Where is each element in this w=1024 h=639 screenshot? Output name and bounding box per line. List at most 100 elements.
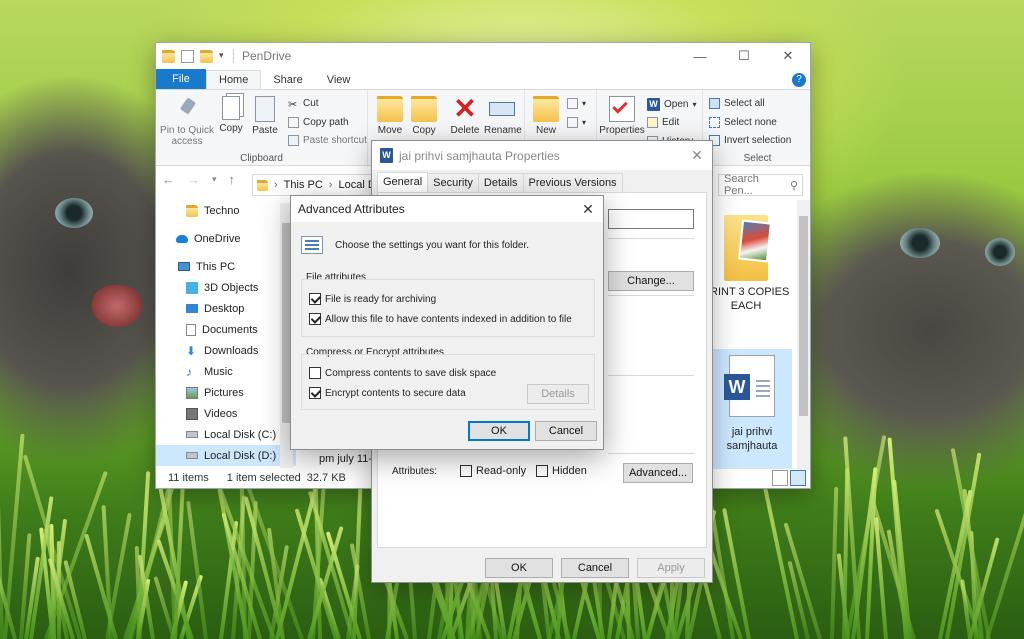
cloud-icon	[176, 234, 188, 243]
help-icon[interactable]: ?	[792, 73, 806, 87]
open-button[interactable]: W Open ▾	[647, 98, 696, 111]
divider	[608, 238, 694, 239]
apply-button[interactable]: Apply	[637, 558, 705, 578]
tab-general[interactable]: General	[377, 172, 429, 192]
close-icon[interactable]: ✕	[573, 201, 603, 218]
advanced-button[interactable]: Advanced...	[623, 463, 693, 483]
minimize-button[interactable]: —	[678, 43, 722, 69]
details-view-icon[interactable]	[772, 470, 788, 486]
cut-button[interactable]: ✂ Cut	[288, 98, 319, 111]
maximize-button[interactable]: ☐	[722, 43, 766, 69]
kitten-right-eye	[900, 228, 940, 258]
download-arrow-icon: ⬇	[186, 343, 197, 358]
recent-chevron-icon[interactable]: ▾	[212, 174, 217, 185]
tab-view[interactable]: View	[315, 71, 363, 89]
close-icon[interactable]: ✕	[682, 147, 712, 164]
nav-item-documents[interactable]: Documents	[156, 319, 296, 340]
checkbox[interactable]	[460, 465, 472, 477]
filename-field[interactable]	[608, 209, 694, 229]
nav-item-this-pc[interactable]: This PC	[156, 256, 296, 277]
nav-item-music[interactable]: ♪ Music	[156, 361, 296, 382]
scissors-icon: ✂	[288, 99, 298, 111]
file-jai-prihvi-samjhauta[interactable]: W jai prihvi samjhauta	[712, 349, 792, 469]
cube-icon	[186, 281, 198, 294]
chevron-down-icon[interactable]: ▾	[219, 50, 227, 63]
properties-button[interactable]: Properties	[599, 96, 645, 136]
nav-item-pictures[interactable]: Pictures	[156, 382, 296, 403]
ok-button[interactable]: OK	[468, 421, 530, 441]
copy-button[interactable]: Copy	[216, 96, 246, 134]
tab-file[interactable]: File	[156, 69, 206, 89]
nav-item-onedrive[interactable]: OneDrive	[156, 228, 296, 249]
tab-home[interactable]: Home	[206, 70, 262, 89]
scrollbar-thumb[interactable]	[799, 216, 808, 416]
new-folder-icon[interactable]	[200, 49, 213, 63]
word-icon: W	[380, 148, 393, 163]
copy-path-button[interactable]: Copy path	[288, 117, 349, 128]
new-item-button[interactable]: ▾	[567, 98, 586, 109]
hidden-checkbox[interactable]: Hidden	[536, 465, 587, 477]
file-print-copies[interactable]: PRINT 3 COPIES EACH	[701, 211, 791, 313]
nav-item-downloads[interactable]: ⬇ Downloads	[156, 340, 296, 361]
copy-to-button[interactable]: Copy	[408, 96, 440, 136]
pin-quick-access-button[interactable]: Pin to Quick access	[160, 96, 214, 147]
checkbox[interactable]	[309, 387, 321, 399]
readonly-checkbox[interactable]: Read-only	[460, 465, 526, 477]
up-arrow-icon[interactable]: ↑	[229, 172, 236, 187]
forward-arrow-icon[interactable]: →	[187, 172, 200, 187]
selection-size: 32.7 KB	[306, 472, 346, 484]
pictures-icon	[186, 386, 198, 399]
tab-details[interactable]: Details	[477, 173, 524, 192]
tab-share[interactable]: Share	[261, 71, 314, 89]
partial-file-label[interactable]: pm july 11-	[319, 452, 372, 466]
paste-button[interactable]: Paste	[250, 96, 280, 136]
checkbox[interactable]	[536, 465, 548, 477]
archive-checkbox[interactable]: File is ready for archiving	[309, 293, 436, 305]
grass-blade	[0, 505, 4, 639]
cancel-button[interactable]: Cancel	[561, 558, 629, 578]
copy-icon	[222, 96, 240, 120]
back-arrow-icon[interactable]: ←	[162, 172, 175, 187]
search-icon: ⚲	[789, 179, 798, 192]
rename-button[interactable]: Rename	[484, 96, 522, 136]
easy-access-button[interactable]: ▾	[567, 117, 586, 128]
pin-icon	[174, 96, 200, 122]
encrypt-checkbox[interactable]: Encrypt contents to secure data	[309, 387, 466, 399]
move-to-button[interactable]: Move	[374, 96, 406, 136]
breadcrumb-this-pc[interactable]: This PC	[284, 179, 323, 191]
quick-access-toolbar: ▾	[162, 49, 234, 63]
cancel-button[interactable]: Cancel	[535, 421, 597, 441]
edit-button[interactable]: Edit	[647, 117, 679, 128]
nav-item-techno[interactable]: Techno	[156, 200, 296, 221]
nav-item-local-disk-d[interactable]: Local Disk (D:)	[156, 445, 296, 466]
invert-selection-button[interactable]: Invert selection	[709, 135, 791, 146]
paste-shortcut-button[interactable]: Paste shortcut	[288, 135, 367, 146]
ok-button[interactable]: OK	[485, 558, 553, 578]
details-button[interactable]: Details	[527, 384, 589, 404]
nav-item-local-disk-c[interactable]: Local Disk (C:)	[156, 424, 296, 445]
nav-item-videos[interactable]: Videos	[156, 403, 296, 424]
content-scrollbar[interactable]	[797, 200, 810, 470]
properties-icon[interactable]	[181, 49, 194, 63]
index-checkbox[interactable]: Allow this file to have contents indexed…	[309, 313, 572, 325]
compress-checkbox[interactable]: Compress contents to save disk space	[309, 367, 496, 379]
delete-button[interactable]: ✕ Delete	[448, 95, 482, 137]
change-button[interactable]: Change...	[608, 271, 694, 291]
ribbon-tabs: File Home Share View ?	[156, 69, 810, 89]
large-icons-view-icon[interactable]	[790, 470, 806, 486]
close-button[interactable]: ✕	[766, 43, 810, 69]
checkbox[interactable]	[309, 367, 321, 379]
copy-path-icon	[288, 117, 299, 128]
checkbox[interactable]	[309, 293, 321, 305]
copy-folder-icon	[411, 96, 437, 122]
search-input[interactable]: Search Pen... ⚲	[718, 173, 803, 197]
tab-security[interactable]: Security	[427, 173, 479, 192]
nav-item-desktop[interactable]: Desktop	[156, 298, 296, 319]
select-none-button[interactable]: Select none	[709, 117, 777, 128]
checkbox[interactable]	[309, 313, 321, 325]
nav-item-3d-objects[interactable]: 3D Objects	[156, 277, 296, 298]
new-folder-button[interactable]: New	[531, 96, 561, 136]
tab-previous-versions[interactable]: Previous Versions	[522, 173, 623, 192]
select-group-label: Select	[743, 153, 772, 164]
select-all-button[interactable]: Select all	[709, 98, 765, 109]
